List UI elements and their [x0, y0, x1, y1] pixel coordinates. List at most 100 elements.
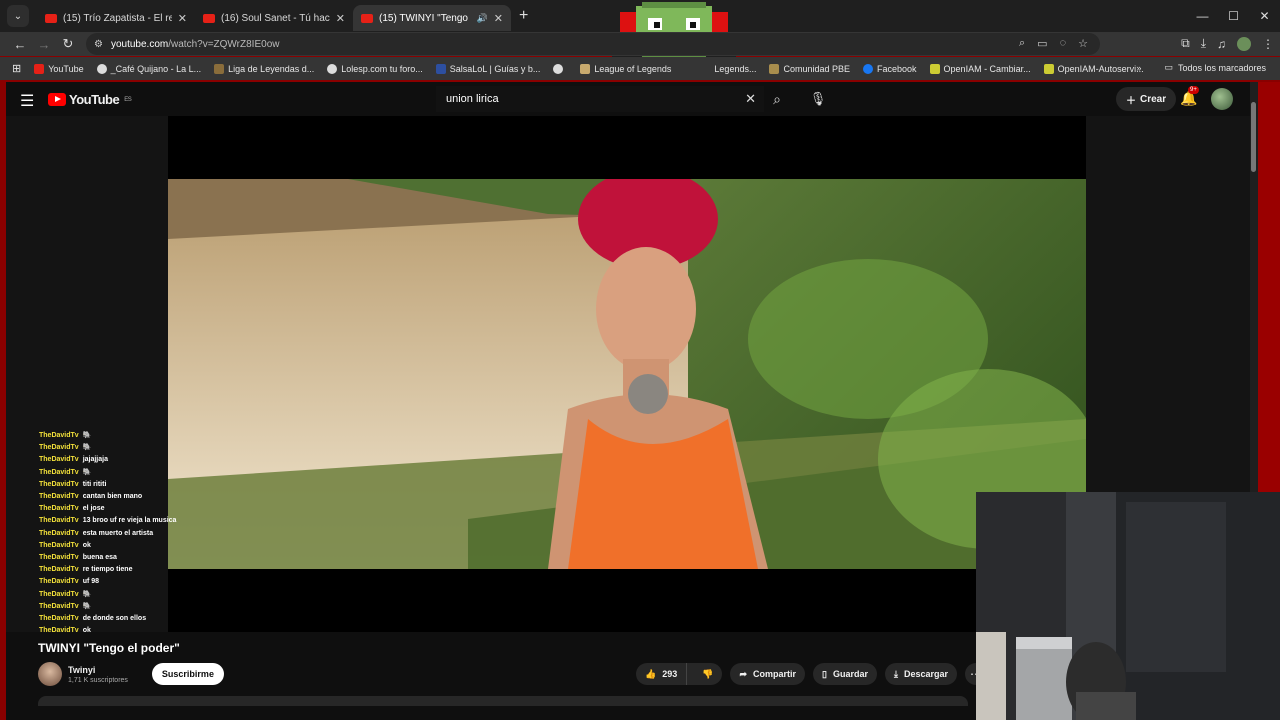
bookmark-salsalol[interactable]: SalsaLoL | Guías y b... [435, 63, 540, 74]
tab-0[interactable]: (15) Trío Zapatista - El refranero ✕ [37, 5, 195, 31]
chat-text: el jose [82, 505, 105, 513]
download-button[interactable]: ⤓ Descargar [885, 663, 958, 685]
youtube-logo-text: YouTube [69, 92, 120, 107]
all-bookmarks[interactable]: » ▭ Todos los marcadores [1136, 62, 1266, 73]
account-avatar[interactable] [1211, 88, 1233, 110]
search-input[interactable]: union lirica ✕ [436, 86, 764, 112]
like-button[interactable]: 👍 293 [636, 663, 688, 685]
channel-row: Twinyi 1,71 K suscriptores Suscribirme [38, 662, 224, 686]
address-bar[interactable]: ⚙ youtube.com/watch?v=ZQWrZ8IE0ow ⌕ ▭ ◌ … [86, 33, 1100, 55]
bookmark-openiam-1[interactable]: OpenIAM - Cambiar... [929, 63, 1031, 74]
cast-icon[interactable]: ▭ [1037, 37, 1047, 50]
save-button[interactable]: ▯ Guardar [813, 663, 877, 685]
description-panel[interactable] [38, 696, 968, 706]
tab-title: (16) Soul Sanet - Tú haces que [221, 12, 330, 24]
tab-2[interactable]: (15) TWINYI "Tengo el poder" 🔊 ✕ [353, 5, 511, 31]
like-count: 293 [662, 669, 678, 679]
zoom-icon[interactable]: ⌕ [1019, 37, 1025, 50]
bookmark-label: Lolesp.com tu foro... [341, 63, 423, 74]
download-icon: ⤓ [894, 668, 898, 679]
bookmark-youtube[interactable]: YouTube [34, 63, 84, 74]
bookmark-hidden[interactable]: Legends... [714, 64, 756, 74]
chat-text: uf 98 [82, 578, 100, 586]
chat-username: TheDavidTv [39, 627, 79, 635]
stream-chat-overlay: TheDavidTv 🐘 TheDavidTv 🐘 TheDavidTv jajajjaj… [39, 430, 189, 637]
tab-title: (15) TWINYI "Tengo el poder" [379, 12, 471, 24]
share-button[interactable]: ➦ Compartir [730, 663, 806, 685]
eye-off-icon[interactable]: ◌ [1060, 37, 1067, 50]
maximize-icon[interactable]: ☐ [1218, 9, 1249, 23]
youtube-logo[interactable]: YouTube ES [48, 92, 132, 107]
bookmark-globe[interactable] [553, 63, 567, 74]
hamburger-icon[interactable]: ☰ [20, 91, 34, 111]
chat-message: TheDavidTv de donde son ellos [39, 613, 189, 625]
chat-message: TheDavidTv cantan bien mano [39, 491, 189, 503]
create-button[interactable]: ＋ Crear [1116, 87, 1177, 111]
youtube-favicon-icon [203, 13, 215, 23]
close-tab-icon[interactable]: ✕ [494, 12, 503, 25]
subscribe-button[interactable]: Suscribirme [151, 663, 224, 685]
chat-message: TheDavidTv 🐘 [39, 430, 189, 442]
scrollbar-thumb[interactable] [1251, 102, 1256, 172]
microphone-icon[interactable]: 🎙 [806, 86, 830, 112]
chat-text: ok [82, 627, 91, 635]
bookmark-comunidad-pbe[interactable]: Comunidad PBE [769, 63, 850, 74]
chat-text: 🐘 [82, 468, 92, 476]
extensions-icon[interactable]: ⧉ [1181, 36, 1190, 51]
bookmark-cafe-quijano[interactable]: _Café Quijano - La L... [96, 63, 201, 74]
bookmark-openiam-2[interactable]: OpenIAM-Autoservi... [1043, 63, 1144, 74]
close-window-icon[interactable]: ✕ [1249, 9, 1280, 23]
tab-1[interactable]: (16) Soul Sanet - Tú haces que ✕ [195, 5, 353, 31]
media-icon[interactable]: ♫ [1217, 37, 1226, 51]
video-player[interactable] [168, 116, 1086, 632]
bookmark-league[interactable]: League of Legends [580, 63, 671, 74]
back-button[interactable]: ← [8, 37, 32, 52]
minimize-icon[interactable]: — [1187, 9, 1218, 23]
chat-message: TheDavidTv buena esa [39, 552, 189, 564]
bookmark-label: OpenIAM-Autoservi... [1057, 63, 1144, 74]
chat-message: TheDavidTv 🐘 [39, 601, 189, 613]
channel-avatar[interactable] [38, 662, 62, 686]
download-label: Descargar [903, 669, 949, 679]
download-icon[interactable]: ⤓ [1201, 36, 1206, 51]
chat-username: TheDavidTv [39, 444, 79, 452]
chat-text: jajajjaja [82, 456, 108, 464]
kebab-menu-icon[interactable]: ⋮ [1262, 37, 1274, 51]
chat-username: TheDavidTv [39, 493, 79, 501]
new-tab-button[interactable]: + [519, 7, 528, 25]
search-value: union lirica [446, 93, 499, 105]
chat-message: TheDavidTv re tiempo tiene [39, 564, 189, 576]
channel-name[interactable]: Twinyi [68, 665, 128, 675]
bookmark-label: Facebook [877, 63, 917, 74]
chat-text: 🐘 [82, 602, 92, 610]
speaker-icon[interactable]: 🔊 [477, 13, 488, 24]
chat-text: 🐘 [82, 590, 92, 598]
youtube-play-icon [48, 93, 66, 106]
bell-icon[interactable]: 🔔 9+ [1180, 86, 1199, 107]
bookmark-label: YouTube [48, 63, 84, 74]
forward-button[interactable]: → [32, 37, 56, 52]
close-tab-icon[interactable]: ✕ [336, 12, 345, 25]
reload-button[interactable]: ↻ [56, 36, 80, 52]
bookmark-star-icon[interactable]: ☆ [1078, 37, 1088, 50]
window-controls: — ☐ ✕ [1187, 0, 1280, 32]
chat-message: TheDavidTv jajajjaja [39, 454, 189, 466]
apps-grid-icon[interactable]: ⊞ [12, 62, 21, 75]
search-icon[interactable]: ⌕ [760, 86, 794, 112]
bookmark-facebook[interactable]: Facebook [863, 63, 917, 74]
chat-text: de donde son ellos [82, 615, 147, 623]
chat-message: TheDavidTv esta muerto el artista [39, 528, 189, 540]
bookmark-lolesp[interactable]: Lolesp.com tu foro... [327, 63, 423, 74]
like-dislike-group: 👍 293 👎 [636, 663, 723, 685]
profile-avatar[interactable] [1237, 36, 1251, 51]
url-host: youtube.com [110, 38, 169, 50]
bookmark-liga-leyendas[interactable]: Liga de Leyendas d... [214, 63, 314, 74]
chat-text: titi rititi [82, 480, 107, 488]
chevron-right-icon[interactable]: » [1136, 63, 1141, 73]
close-tab-icon[interactable]: ✕ [178, 12, 187, 25]
dislike-button[interactable]: 👎 [693, 669, 722, 680]
browser-toolbar: ← → ↻ ⚙ youtube.com/watch?v=ZQWrZ8IE0ow … [0, 32, 1280, 56]
clear-search-icon[interactable]: ✕ [745, 91, 756, 107]
tab-search-menu-button[interactable]: ⌄ [7, 5, 29, 27]
site-info-icon[interactable]: ⚙ [94, 39, 103, 50]
